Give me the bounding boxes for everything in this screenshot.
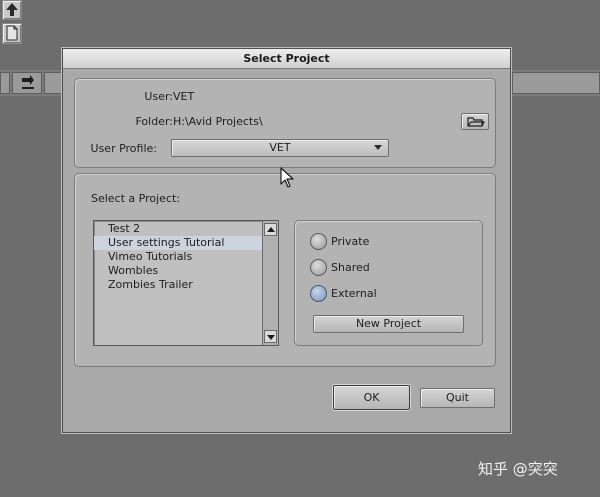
user-profile-label: User Profile: bbox=[90, 142, 157, 155]
project-list-item[interactable]: Wombles bbox=[94, 264, 262, 278]
folder-value: H:\Avid Projects\ bbox=[173, 115, 263, 128]
radio-button[interactable] bbox=[310, 285, 327, 302]
radio-label: Shared bbox=[331, 261, 370, 274]
project-selection-group: Select a Project: Test 2 User settings Tu… bbox=[74, 173, 496, 367]
toolbar-down-arrow-button[interactable] bbox=[12, 72, 42, 94]
document-icon bbox=[6, 25, 18, 41]
project-type-group: Private Shared External New Project bbox=[294, 220, 483, 346]
toolbar-cell[interactable] bbox=[0, 72, 10, 94]
project-list-item[interactable]: Zombies Trailer bbox=[94, 278, 262, 292]
down-arrow-icon bbox=[22, 75, 34, 89]
radio-label: External bbox=[331, 287, 377, 300]
scroll-up-button[interactable] bbox=[264, 223, 277, 236]
user-profile-select[interactable]: VET bbox=[171, 139, 389, 157]
radio-label: Private bbox=[331, 235, 370, 248]
user-value: VET bbox=[173, 90, 195, 103]
select-project-dialog: Select Project User: VET Folder: H:\Avid… bbox=[62, 48, 511, 433]
watermark: 知乎 @突突 bbox=[478, 460, 558, 478]
up-arrow-icon bbox=[6, 3, 18, 16]
quit-label: Quit bbox=[446, 391, 469, 404]
project-list-item[interactable]: Vimeo Tutorials bbox=[94, 250, 262, 264]
ok-label: OK bbox=[363, 391, 380, 404]
folder-label: Folder: bbox=[135, 115, 173, 128]
arrow-cursor-icon bbox=[280, 167, 294, 188]
user-info-group: User: VET Folder: H:\Avid Projects\ User… bbox=[74, 78, 496, 168]
project-list-scrollbar[interactable] bbox=[262, 221, 278, 345]
user-label: User: bbox=[144, 90, 173, 103]
user-profile-value: VET bbox=[269, 141, 291, 154]
project-list-item[interactable]: User settings Tutorial bbox=[94, 236, 262, 250]
radio-button[interactable] bbox=[310, 233, 327, 250]
project-list-item[interactable]: Test 2 bbox=[94, 222, 262, 236]
project-list[interactable]: Test 2 User settings Tutorial Vimeo Tutori… bbox=[93, 220, 279, 346]
dialog-title: Select Project bbox=[63, 49, 510, 69]
chevron-down-icon bbox=[374, 145, 382, 150]
toolbar-cell[interactable] bbox=[44, 72, 62, 94]
new-project-label: New Project bbox=[355, 317, 422, 330]
folder-browse-button[interactable] bbox=[461, 113, 489, 130]
scroll-down-button[interactable] bbox=[264, 330, 277, 343]
ok-button[interactable]: OK bbox=[333, 385, 410, 410]
folder-browse-icon bbox=[467, 117, 485, 127]
toolbar-document-button[interactable] bbox=[2, 23, 22, 44]
quit-button[interactable]: Quit bbox=[420, 388, 495, 408]
toolbar-cell[interactable] bbox=[512, 72, 600, 94]
radio-button[interactable] bbox=[310, 259, 327, 276]
toolbar-up-arrow-button[interactable] bbox=[2, 0, 22, 20]
project-list-items: Test 2 User settings Tutorial Vimeo Tutori… bbox=[94, 221, 262, 292]
select-project-label: Select a Project: bbox=[91, 192, 181, 205]
new-project-button[interactable]: New Project bbox=[313, 315, 464, 333]
